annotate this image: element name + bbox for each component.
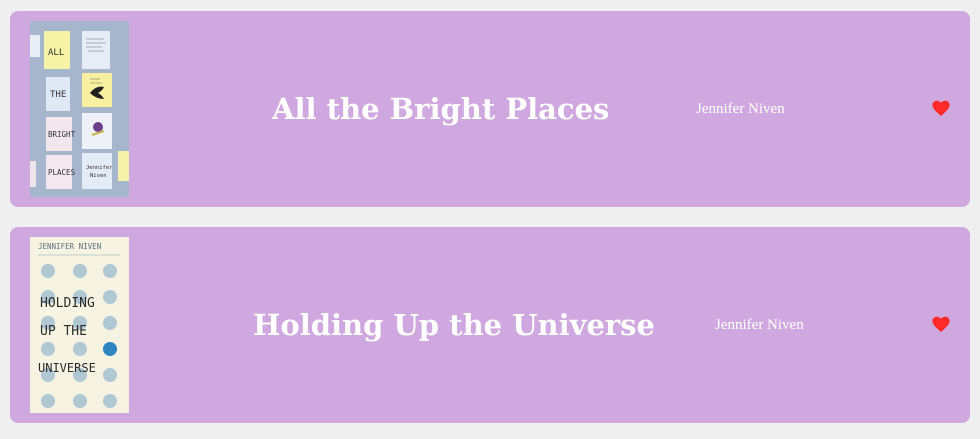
cover-author: Jennifer [86,165,113,171]
book-cover-image: ALL THE BRIGHT PLACES Jennifer Niven [30,21,129,197]
cover-word: PLACES [48,168,76,177]
book-card[interactable]: ALL THE BRIGHT PLACES Jennifer Niven All [10,11,970,207]
heart-icon [932,316,950,332]
cover-word: UNIVERSE [38,361,96,375]
favorite-button[interactable] [932,316,950,333]
book-author: Jennifer Niven [715,317,804,333]
cover-word: THE [50,90,66,100]
cover-word: ALL [48,48,64,58]
cover-author: JENNIFER NIVEN [38,242,101,251]
cover-author: Niven [90,173,107,179]
cover-word: UP THE [40,324,87,339]
cover-word: HOLDING [40,296,95,311]
book-cover-image: JENNIFER NIVEN HOLDING UP THE UNIVERSE [30,237,129,413]
book-list: ALL THE BRIGHT PLACES Jennifer Niven All [0,0,980,439]
book-title[interactable]: Holding Up the Universe [253,305,655,345]
favorite-button[interactable] [932,100,950,117]
book-author: Jennifer Niven [696,101,785,117]
heart-icon [932,100,950,116]
cover-word: BRIGHT [48,130,76,139]
book-card[interactable]: JENNIFER NIVEN HOLDING UP THE UNIVERSE H… [10,227,970,423]
book-title[interactable]: All the Bright Places [272,89,609,129]
